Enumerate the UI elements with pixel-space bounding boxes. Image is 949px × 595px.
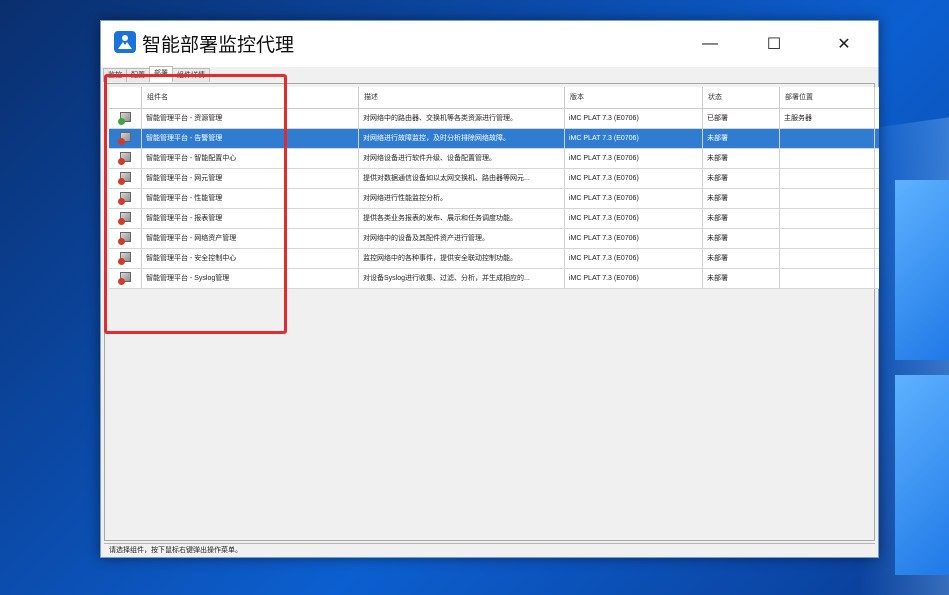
red-highlight-box bbox=[104, 74, 287, 334]
component-location bbox=[780, 149, 875, 168]
status-bar: 请选择组件，按下鼠标右键弹出操作菜单。 bbox=[104, 543, 875, 557]
component-version: iMC PLAT 7.3 (E0706) bbox=[565, 169, 703, 188]
component-state: 未部署 bbox=[703, 189, 780, 208]
component-version: iMC PLAT 7.3 (E0706) bbox=[565, 109, 703, 128]
component-state: 未部署 bbox=[703, 269, 780, 288]
component-location bbox=[780, 129, 875, 148]
component-state: 已部署 bbox=[703, 109, 780, 128]
component-version: iMC PLAT 7.3 (E0706) bbox=[565, 149, 703, 168]
component-state: 未部署 bbox=[703, 169, 780, 188]
window-title: 智能部署监控代理 bbox=[142, 35, 295, 56]
component-location: 主服务器 bbox=[780, 109, 875, 128]
component-state: 未部署 bbox=[703, 129, 780, 148]
desktop-logo-tile-upper bbox=[895, 180, 949, 360]
component-state: 未部署 bbox=[703, 229, 780, 248]
component-location bbox=[780, 249, 875, 268]
component-state: 未部署 bbox=[703, 249, 780, 268]
component-location bbox=[780, 189, 875, 208]
component-location bbox=[780, 169, 875, 188]
component-state: 未部署 bbox=[703, 209, 780, 228]
component-desc: 监控网络中的各种事件，提供安全联动控制功能。 bbox=[359, 249, 565, 268]
desktop-logo-tile-lower bbox=[895, 375, 949, 575]
component-version: iMC PLAT 7.3 (E0706) bbox=[565, 189, 703, 208]
component-state: 未部署 bbox=[703, 149, 780, 168]
component-version: iMC PLAT 7.3 (E0706) bbox=[565, 249, 703, 268]
component-desc: 对网络中的路由器、交换机等各类资源进行管理。 bbox=[359, 109, 565, 128]
component-version: iMC PLAT 7.3 (E0706) bbox=[565, 129, 703, 148]
component-location bbox=[780, 269, 875, 288]
component-desc: 提供各类业务报表的发布、展示和任务调度功能。 bbox=[359, 209, 565, 228]
component-location bbox=[780, 209, 875, 228]
component-version: iMC PLAT 7.3 (E0706) bbox=[565, 209, 703, 228]
col-header-desc[interactable]: 描述 bbox=[359, 87, 565, 108]
title-bar[interactable]: 智能部署监控代理 — ☐ ✕ bbox=[101, 21, 878, 67]
close-button[interactable]: ✕ bbox=[821, 21, 867, 67]
col-header-location[interactable]: 部署位置 bbox=[780, 87, 875, 108]
component-version: iMC PLAT 7.3 (E0706) bbox=[565, 269, 703, 288]
component-desc: 对设备Syslog进行收集、过滤、分析，并生成相应的... bbox=[359, 269, 565, 288]
component-desc: 提供对数据通信设备如以太网交换机、路由器等网元... bbox=[359, 169, 565, 188]
component-desc: 对网络进行故障监控，及时分析排除网络故障。 bbox=[359, 129, 565, 148]
component-desc: 对网络设备进行软件升级、设备配置管理。 bbox=[359, 149, 565, 168]
app-logo-icon bbox=[114, 31, 136, 53]
component-desc: 对网络中的设备及其配件资产进行管理。 bbox=[359, 229, 565, 248]
component-version: iMC PLAT 7.3 (E0706) bbox=[565, 229, 703, 248]
component-location bbox=[780, 229, 875, 248]
maximize-button[interactable]: ☐ bbox=[751, 21, 797, 67]
col-header-version[interactable]: 版本 bbox=[565, 87, 703, 108]
minimize-button[interactable]: — bbox=[687, 21, 733, 67]
component-desc: 对网络进行性能监控分析。 bbox=[359, 189, 565, 208]
col-header-state[interactable]: 状态 bbox=[703, 87, 780, 108]
